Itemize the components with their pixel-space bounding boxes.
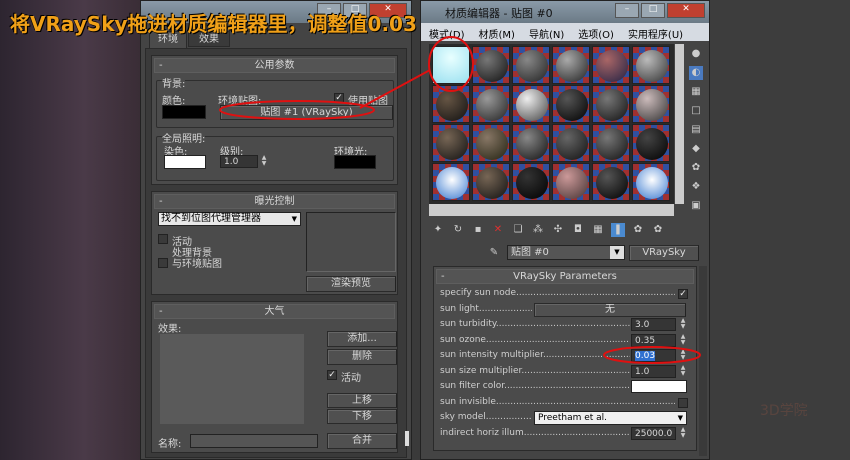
annotation-ellipse-map <box>219 100 375 120</box>
annotation-ellipse-slot <box>428 36 474 92</box>
annotation-layer <box>219 36 701 364</box>
annotation-ellipse-value <box>603 346 701 364</box>
annotation-arrow-line <box>359 69 431 109</box>
